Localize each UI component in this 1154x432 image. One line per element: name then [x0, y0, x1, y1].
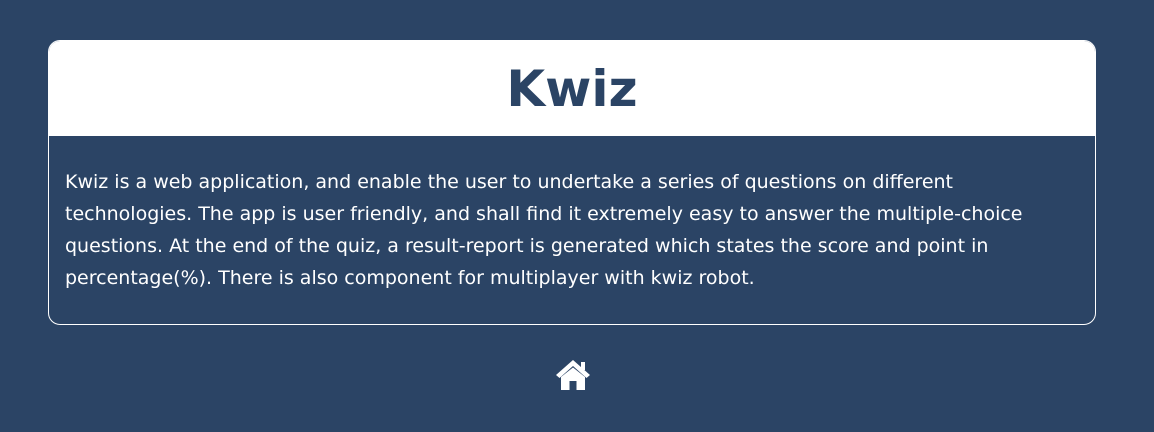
home-button[interactable]: [555, 359, 591, 391]
about-card: Kwiz Kwiz is a web application, and enab…: [48, 40, 1096, 325]
card-header: Kwiz: [49, 41, 1095, 136]
app-description: Kwiz is a web application, and enable th…: [65, 171, 1023, 289]
page-title: Kwiz: [506, 59, 638, 118]
home-icon: [556, 360, 590, 390]
